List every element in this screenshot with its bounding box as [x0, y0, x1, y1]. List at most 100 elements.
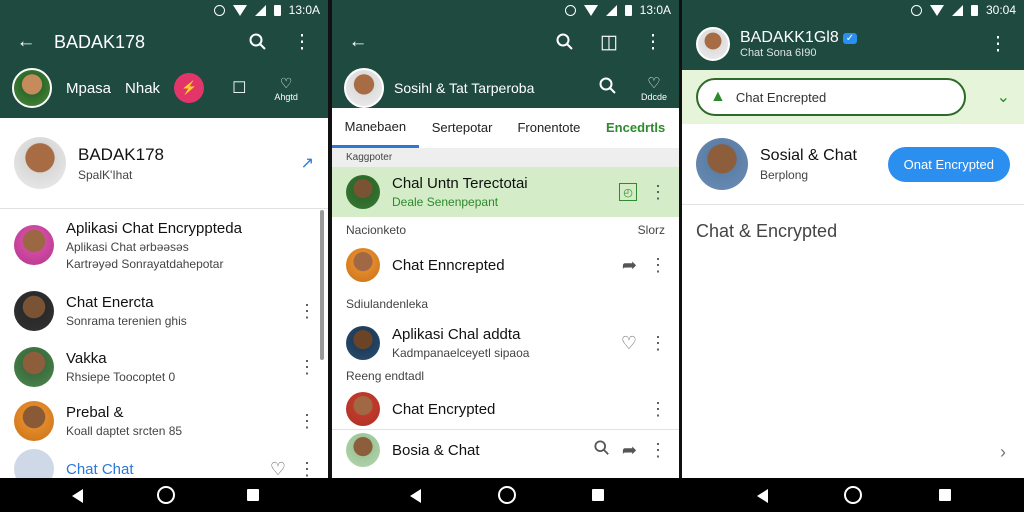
- recents-icon[interactable]: [592, 489, 604, 501]
- book-icon[interactable]: ◫: [597, 30, 621, 54]
- chevron-right-icon[interactable]: ›: [1000, 442, 1006, 463]
- home-icon[interactable]: [498, 486, 516, 504]
- list-item[interactable]: Chat Chat ♡ ⋮: [0, 449, 328, 478]
- heart-icon: ♡: [647, 75, 661, 92]
- more-vert-icon[interactable]: ⋮: [649, 182, 667, 203]
- list-item[interactable]: Bosia & Chat ➦ ⋮: [332, 430, 679, 470]
- avatar[interactable]: [344, 68, 384, 108]
- more-vert-icon[interactable]: ⋮: [649, 255, 667, 276]
- quick-filters: Mpasa Nhak ⚡ ☐ ♡ Ahgtd: [0, 64, 328, 112]
- app-header: 13:0A ← BADAK178 ⋮ Mpasa Nhak ⚡ ☐ ♡ Ahgt…: [0, 0, 328, 118]
- battery-icon: [273, 4, 281, 16]
- tab-manebaen[interactable]: Manebaen: [332, 108, 419, 148]
- recents-icon[interactable]: [939, 489, 951, 501]
- avatar: [346, 248, 380, 282]
- contact-title-block: BADAKK1Gl8 ✓ Chat Sona 6I90: [740, 29, 986, 59]
- contact-panel: 30:04 BADAKK1Gl8 ✓ Chat Sona 6I90 ⋮ ▲ Ch…: [682, 0, 1024, 478]
- list-item[interactable]: Chat Enercta Sonrama terenien ghis ⋮: [0, 281, 328, 341]
- more-vert-icon[interactable]: ⋮: [298, 301, 316, 322]
- tab-sertepotar[interactable]: Sertepotar: [419, 108, 506, 148]
- list-item[interactable]: Chat Encrypted ⋮: [332, 389, 679, 429]
- signal-icon: [605, 4, 617, 16]
- section-heading: Chat & Encrypted: [696, 221, 838, 241]
- contact-row[interactable]: Sosial & Chat Berplong Onat Encrypted: [682, 124, 1024, 204]
- chat-preview: Deale Senenpepant: [392, 195, 499, 209]
- favorite-tab[interactable]: ♡ Ddcde: [641, 74, 667, 102]
- chat-preview: Koall daptet srcten 85: [66, 424, 183, 438]
- more-vert-icon[interactable]: ⋮: [649, 333, 667, 354]
- more-vert-icon[interactable]: ⋮: [298, 411, 316, 432]
- back-arrow-icon[interactable]: ←: [14, 30, 38, 54]
- calendar-icon[interactable]: ◴: [619, 183, 637, 201]
- conversation-header: Sosihl & Tat Tarperoba ♡ Ddcde: [332, 64, 679, 112]
- more-vert-icon[interactable]: ⋮: [290, 30, 314, 54]
- bookmark-icon[interactable]: ☐: [232, 78, 246, 98]
- list-item[interactable]: Aplikasi Chal addta Kadmpanaelceyetl sip…: [332, 317, 679, 369]
- contact-name: Sosial & Chat: [760, 146, 857, 164]
- list-item[interactable]: Chat Enncrepted ➦ ⋮: [332, 243, 679, 287]
- search-input[interactable]: ▲ Chat Encrepted: [696, 78, 966, 116]
- avatar: [14, 137, 66, 189]
- more-vert-icon[interactable]: ⋮: [298, 357, 316, 378]
- back-icon[interactable]: [757, 489, 768, 503]
- tab-fronentote[interactable]: Fronentote: [506, 108, 593, 148]
- wifi-icon: [583, 4, 598, 16]
- avatar[interactable]: [12, 68, 52, 108]
- search-bar: ▲ Chat Encrepted ⌄: [682, 70, 1024, 124]
- encrypt-badge-icon[interactable]: ⚡: [174, 73, 205, 103]
- avatar: [696, 138, 748, 190]
- home-icon[interactable]: [844, 486, 862, 504]
- favorite-tab-label: Ahgtd: [274, 91, 298, 102]
- filter-chip[interactable]: Mpasa: [66, 80, 111, 97]
- app-header: 30:04 BADAKK1Gl8 ✓ Chat Sona 6I90 ⋮: [682, 0, 1024, 70]
- tab-encedrtls[interactable]: Encedrtls: [592, 108, 679, 148]
- chat-preview: Rhsiepe Toocoptet 0: [66, 370, 176, 384]
- section-header: Nacionketo Slorz: [332, 217, 679, 243]
- list-item-highlighted[interactable]: Chal Untn Terectotai Deale Senenpepant ◴…: [332, 167, 679, 217]
- profile-row[interactable]: BADAK178 SpalK'Ihat ↗: [0, 118, 328, 208]
- scrollbar[interactable]: [320, 210, 324, 360]
- list-item[interactable]: Vakka Rhsiepe Toocoptet 0 ⋮: [0, 341, 328, 393]
- more-vert-icon[interactable]: ⋮: [649, 399, 667, 420]
- search-icon[interactable]: [246, 30, 270, 54]
- recents-icon[interactable]: [247, 489, 259, 501]
- search-icon[interactable]: [599, 77, 617, 99]
- list-item[interactable]: Prebal & Koall daptet srcten 85 ⋮: [0, 393, 328, 449]
- forward-icon[interactable]: ➦: [622, 440, 637, 461]
- favorite-tab-label: Ddcde: [640, 92, 667, 102]
- more-vert-icon[interactable]: ⋮: [986, 32, 1010, 56]
- back-arrow-icon[interactable]: ←: [346, 30, 370, 54]
- avatar: [346, 433, 380, 467]
- forward-icon[interactable]: ➦: [622, 255, 637, 276]
- avatar: [14, 449, 54, 478]
- search-icon[interactable]: [594, 439, 610, 461]
- search-value: Chat Encrepted: [735, 89, 827, 105]
- more-vert-icon[interactable]: ⋮: [641, 30, 665, 54]
- chat-name: Chat Encrypted: [392, 400, 496, 418]
- avatar[interactable]: [696, 27, 730, 61]
- heart-icon[interactable]: ♡: [270, 459, 286, 479]
- chevron-down-icon[interactable]: ⌄: [997, 87, 1010, 107]
- filter-chip[interactable]: Nhak: [125, 80, 160, 97]
- system-nav-bar: [0, 478, 1024, 512]
- more-vert-icon[interactable]: ⋮: [298, 459, 316, 479]
- search-icon[interactable]: [553, 30, 577, 54]
- chat-name: Chat Chat: [66, 460, 134, 478]
- chat-name: Vakka: [66, 350, 107, 367]
- heart-icon[interactable]: ♡: [621, 333, 637, 354]
- encrypted-chat-button[interactable]: Onat Encrypted: [887, 146, 1010, 182]
- home-icon[interactable]: [157, 486, 175, 504]
- back-icon[interactable]: [410, 489, 421, 503]
- section-meta: Slorz: [637, 223, 665, 237]
- app-header: 13:0A ← ◫ ⋮ Sosihl & Tat Tarperoba ♡ Ddc…: [332, 0, 679, 108]
- avatar: [14, 225, 54, 265]
- chat-preview: Sonrama terenien ghis: [66, 314, 187, 328]
- pin-icon[interactable]: ↗: [301, 153, 314, 173]
- list-item[interactable]: Aplikasi Chat Encryppteda Aplikasi Chat …: [0, 209, 328, 281]
- verified-icon: ✓: [842, 32, 858, 44]
- back-icon[interactable]: [72, 489, 83, 503]
- more-vert-icon[interactable]: ⋮: [649, 440, 667, 461]
- chat-name: Aplikasi Chat Encryppteda: [66, 219, 242, 237]
- favorite-tab[interactable]: ♡ Ahgtd: [274, 75, 298, 102]
- status-bar: 30:04: [682, 0, 1024, 20]
